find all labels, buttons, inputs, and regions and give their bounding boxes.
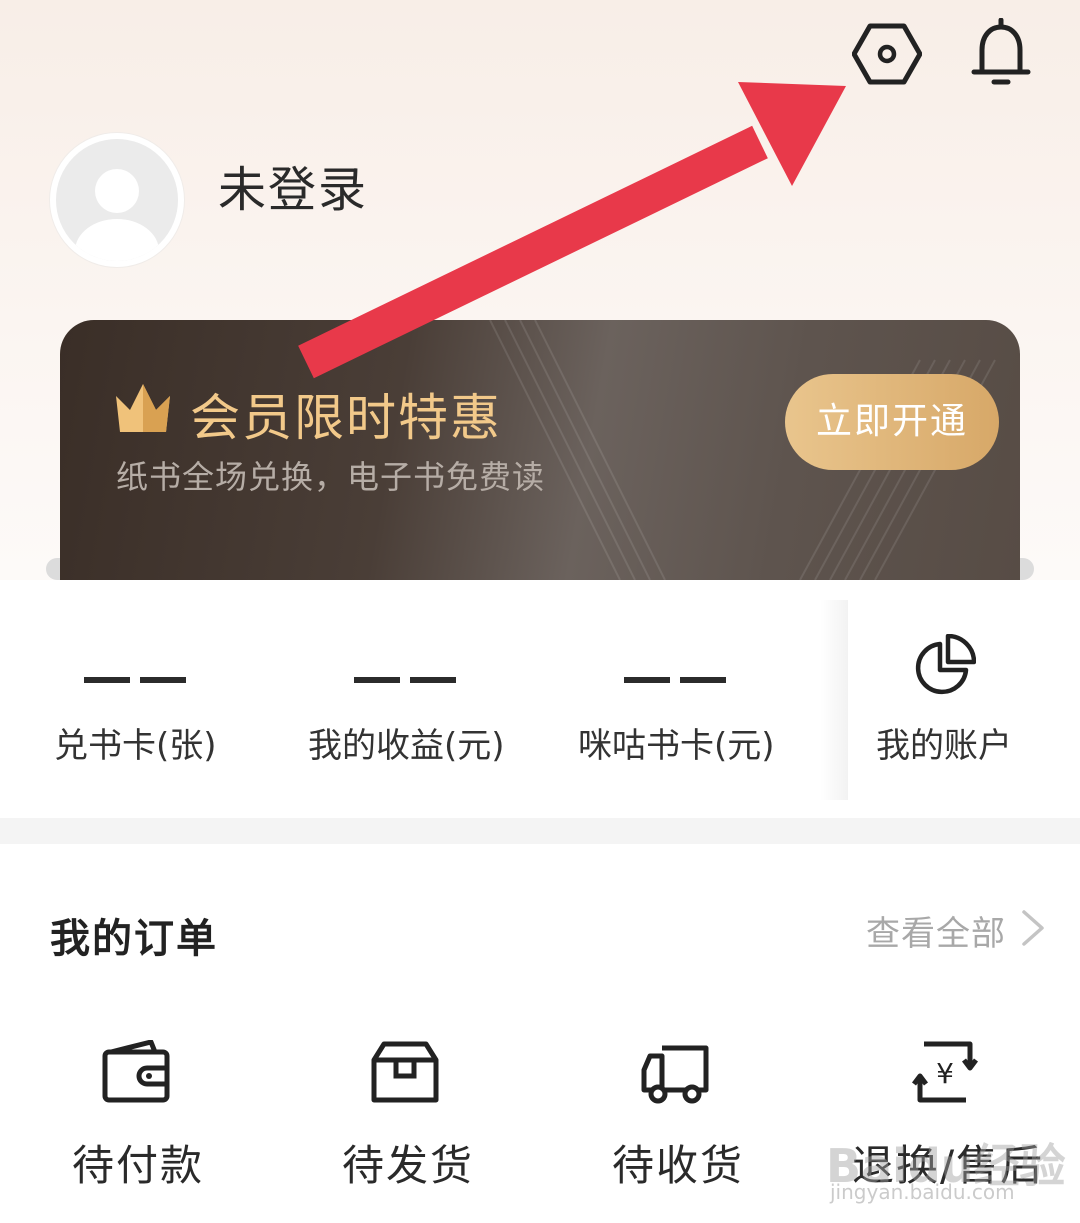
pie-chart-icon[interactable] xyxy=(912,634,976,698)
order-pending-receipt[interactable]: 待收货 xyxy=(612,1132,744,1193)
section-separator xyxy=(0,818,1080,844)
stat-value-dash xyxy=(354,677,400,683)
stat-value-dash xyxy=(84,677,130,683)
default-avatar-icon xyxy=(75,169,159,261)
stat-label: 我的收益(元) xyxy=(308,726,505,766)
stat-value-dash xyxy=(680,677,726,683)
refund-yen-icon[interactable]: ¥ xyxy=(910,1040,980,1104)
activate-vip-button[interactable]: 立即开通 xyxy=(785,374,999,470)
stats-divider-shadow xyxy=(820,600,848,800)
order-pending-payment[interactable]: 待付款 xyxy=(72,1132,204,1193)
svg-text:¥: ¥ xyxy=(936,1057,954,1090)
vip-subtitle: 纸书全场兑换，电子书免费读 xyxy=(116,458,546,496)
view-all-orders-link[interactable]: 查看全部 xyxy=(866,906,1006,955)
stat-exchange-cards[interactable]: 兑书卡(张) xyxy=(0,580,270,818)
crown-icon xyxy=(116,384,170,432)
stat-value-dash xyxy=(624,677,670,683)
package-box-icon[interactable] xyxy=(370,1040,440,1104)
stat-value-dash xyxy=(140,677,186,683)
red-arrow-annotation xyxy=(298,82,846,379)
avatar[interactable] xyxy=(50,133,184,267)
baidu-watermark-url: jingyan.baidu.com xyxy=(830,1180,1015,1204)
chevron-right-icon[interactable] xyxy=(1020,908,1046,948)
vip-title: 会员限时特惠 xyxy=(190,389,502,447)
stat-label: 咪咕书卡(元) xyxy=(578,726,775,766)
settings-hexagon-icon[interactable] xyxy=(852,22,922,86)
delivery-truck-icon[interactable] xyxy=(640,1040,710,1104)
stat-label: 兑书卡(张) xyxy=(54,726,217,766)
stat-earnings[interactable]: 我的收益(元) xyxy=(270,580,540,818)
bell-icon[interactable] xyxy=(968,18,1034,88)
orders-title: 我的订单 xyxy=(50,916,218,962)
order-pending-shipment[interactable]: 待发货 xyxy=(342,1132,474,1193)
stat-value-dash xyxy=(410,677,456,683)
stats-row: 兑书卡(张) 我的收益(元) 咪咕书卡(元) xyxy=(0,580,1080,818)
wallet-icon[interactable] xyxy=(101,1040,171,1104)
stat-migu-book-card[interactable]: 咪咕书卡(元) xyxy=(540,580,820,818)
my-account-link[interactable]: 我的账户 xyxy=(876,718,1012,767)
